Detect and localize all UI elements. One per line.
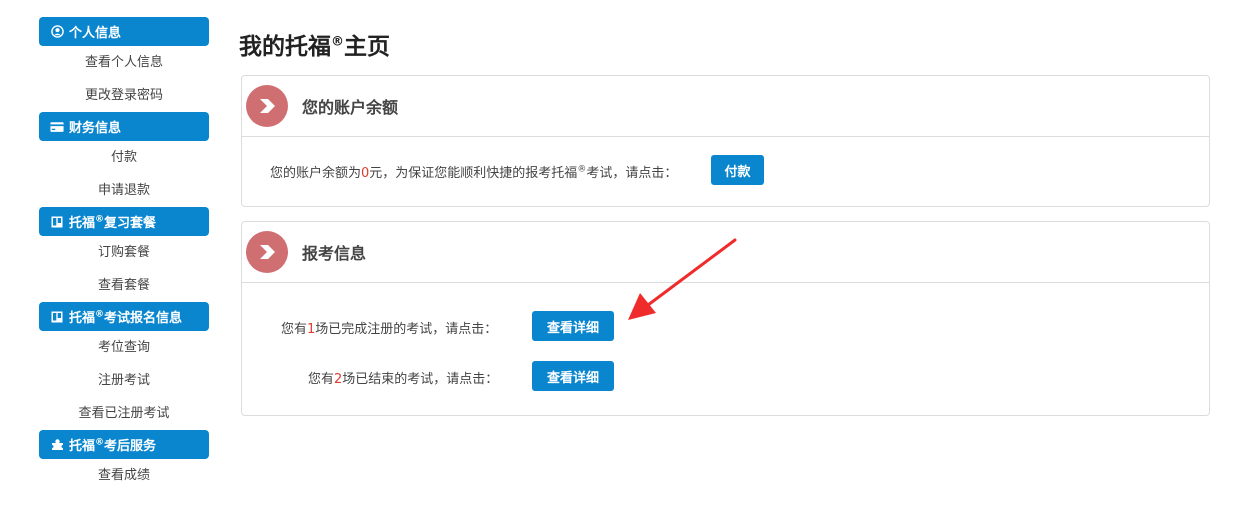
chevron-right-badge-icon (246, 231, 288, 273)
pay-button[interactable]: 付款 (711, 155, 764, 185)
panel-title: 报考信息 (302, 244, 367, 263)
sidebar: 个人信息 查看个人信息 更改登录密码 财务信息 付款 申请退款 托福®复习套餐 … (39, 17, 209, 492)
finished-exams-text: 您有2场已结束的考试，请点击： (308, 372, 499, 387)
user-circle-icon (50, 25, 64, 39)
sidebar-item-view-package[interactable]: 查看套餐 (39, 269, 209, 302)
view-finished-details-button[interactable]: 查看详细 (532, 361, 614, 391)
puzzle-icon (50, 438, 64, 452)
registered-exams-text: 您有1场已完成注册的考试，请点击： (281, 322, 498, 337)
view-registered-details-button[interactable]: 查看详细 (532, 311, 614, 341)
panel-title: 您的账户余额 (302, 98, 399, 117)
sidebar-item-register-exam[interactable]: 注册考试 (39, 364, 209, 397)
sidebar-item-order-package[interactable]: 订购套餐 (39, 236, 209, 269)
balance-text: 您的账户余额为0元，为保证您能顺利快捷的报考托福®考试，请点击： (270, 164, 678, 181)
credit-card-icon (50, 120, 64, 134)
sidebar-item-change-password[interactable]: 更改登录密码 (39, 79, 209, 112)
sidebar-group-label: 托福®考试报名信息 (69, 309, 183, 326)
sidebar-group-label: 个人信息 (69, 26, 122, 41)
sidebar-item-refund[interactable]: 申请退款 (39, 174, 209, 207)
sidebar-item-view-scores[interactable]: 查看成绩 (39, 459, 209, 492)
sidebar-group-review-package[interactable]: 托福®复习套餐 (39, 207, 209, 236)
sidebar-group-label: 托福®考后服务 (69, 437, 157, 454)
sidebar-group-post-exam[interactable]: 托福®考后服务 (39, 430, 209, 459)
board-icon (50, 310, 64, 324)
annotation-arrow-icon (628, 238, 737, 320)
balance-panel: 您的账户余额 您的账户余额为0元，为保证您能顺利快捷的报考托福®考试，请点击： … (241, 75, 1210, 207)
sidebar-item-payment[interactable]: 付款 (39, 141, 209, 174)
sidebar-group-label: 财务信息 (69, 121, 122, 136)
chevron-right-badge-icon (246, 85, 288, 127)
sidebar-item-view-registered[interactable]: 查看已注册考试 (39, 397, 209, 430)
sidebar-group-personal-info[interactable]: 个人信息 (39, 17, 209, 46)
panel-header: 您的账户余额 (242, 76, 1209, 137)
board-icon (50, 215, 64, 229)
page-title: 我的托福®主页 (239, 34, 390, 60)
sidebar-item-view-profile[interactable]: 查看个人信息 (39, 46, 209, 79)
sidebar-group-label: 托福®复习套餐 (69, 214, 157, 231)
sidebar-group-exam-registration[interactable]: 托福®考试报名信息 (39, 302, 209, 331)
sidebar-group-finance[interactable]: 财务信息 (39, 112, 209, 141)
sidebar-item-seat-search[interactable]: 考位查询 (39, 331, 209, 364)
